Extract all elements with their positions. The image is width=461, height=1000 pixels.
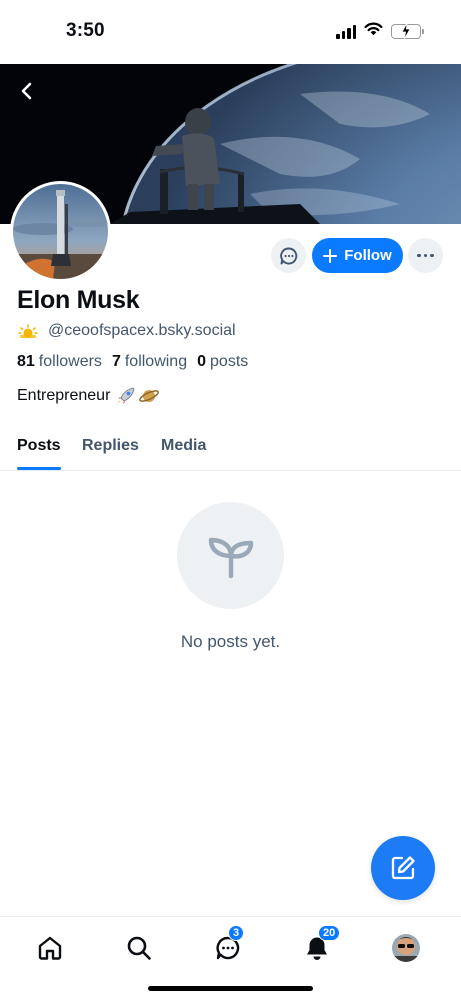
active-tab-indicator bbox=[17, 467, 61, 470]
bio-text: Entrepreneur bbox=[17, 387, 111, 404]
nav-notifications[interactable]: 20 bbox=[297, 925, 341, 965]
more-options-button[interactable] bbox=[408, 238, 443, 273]
search-icon bbox=[127, 936, 151, 960]
display-name: Elon Musk bbox=[17, 286, 140, 314]
home-icon bbox=[38, 936, 62, 960]
sun-behind-cloud-icon bbox=[18, 324, 38, 338]
profile-stats: 81 followers 7 following 0 posts bbox=[17, 353, 258, 371]
home-indicator bbox=[148, 986, 313, 991]
follow-label: Follow bbox=[344, 247, 392, 264]
following-stat[interactable]: 7 following bbox=[112, 353, 187, 371]
nav-profile-avatar bbox=[392, 934, 420, 962]
nav-chat[interactable]: 3 bbox=[208, 925, 248, 965]
profile-avatar[interactable] bbox=[10, 181, 111, 282]
profile-handle: @ceoofspacex.bsky.social bbox=[48, 322, 236, 339]
followers-stat[interactable]: 81 followers bbox=[17, 353, 102, 371]
compose-post-button[interactable] bbox=[371, 836, 435, 900]
empty-state-icon-circle bbox=[177, 502, 284, 609]
rocket-icon bbox=[117, 387, 135, 404]
compose-icon bbox=[391, 856, 415, 880]
tab-replies[interactable]: Replies bbox=[82, 437, 139, 455]
cellular-signal-icon bbox=[336, 24, 356, 39]
sprout-icon bbox=[208, 537, 253, 578]
tab-posts[interactable]: Posts bbox=[17, 437, 61, 455]
nav-search[interactable] bbox=[119, 931, 159, 965]
message-button[interactable] bbox=[271, 238, 306, 273]
battery-icon bbox=[391, 23, 424, 39]
notifications-badge: 20 bbox=[318, 925, 341, 941]
back-button[interactable] bbox=[12, 76, 42, 106]
nav-home[interactable] bbox=[30, 931, 70, 965]
chat-bubble-icon bbox=[279, 247, 297, 264]
plus-icon bbox=[323, 248, 338, 263]
status-bar: 3:50 bbox=[0, 0, 461, 64]
chevron-left-icon bbox=[21, 82, 32, 100]
profile-bio: Entrepreneur bbox=[17, 386, 160, 406]
empty-state-text: No posts yet. bbox=[180, 632, 281, 651]
profile-tabs: Posts Replies Media bbox=[0, 426, 461, 471]
wifi-icon bbox=[364, 22, 383, 41]
status-icons bbox=[336, 22, 424, 41]
ringed-planet-icon bbox=[139, 390, 160, 402]
follow-button[interactable]: Follow bbox=[312, 238, 403, 273]
nav-profile[interactable] bbox=[386, 931, 426, 965]
tab-media[interactable]: Media bbox=[161, 437, 206, 455]
status-time: 3:50 bbox=[66, 20, 105, 41]
chat-badge: 3 bbox=[228, 925, 245, 941]
posts-stat: 0 posts bbox=[197, 353, 249, 370]
handle-row: @ceoofspacex.bsky.social bbox=[17, 322, 236, 340]
